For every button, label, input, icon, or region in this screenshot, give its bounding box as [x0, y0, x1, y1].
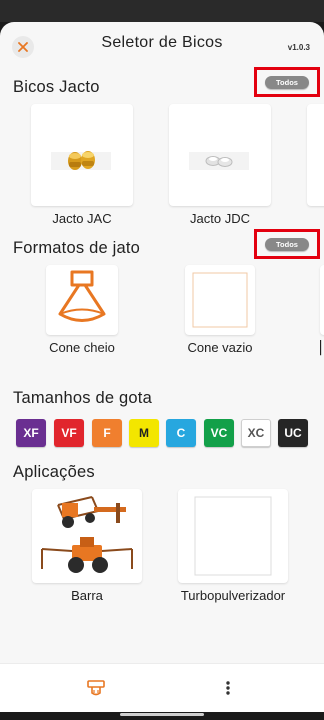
highlight-box-nozzles: Todos	[254, 67, 320, 97]
application-card-boom[interactable]	[32, 489, 142, 583]
todos-button-nozzles[interactable]: Todos	[265, 75, 309, 89]
drop-chip-xf[interactable]: XF	[16, 419, 46, 447]
jacto-jac-nozzle-image	[51, 151, 111, 170]
nozzle-icon	[87, 680, 105, 696]
full-cone-spray-icon	[58, 270, 106, 322]
spray-card-full-cone[interactable]	[46, 265, 118, 335]
boom-sprayer-image	[41, 496, 133, 573]
application-card-turbo[interactable]	[178, 489, 288, 583]
spray-label-full-cone: Cone cheio	[49, 340, 115, 355]
spray-label-next: ▏	[320, 340, 324, 356]
page-title: Seletor de Bicos	[101, 34, 223, 51]
top-edge	[0, 0, 324, 22]
drop-chip-xc[interactable]: XC	[241, 419, 271, 447]
more-vertical-icon	[226, 681, 230, 695]
todos-button-spray[interactable]: Todos	[265, 237, 309, 251]
more-menu-button[interactable]	[221, 678, 235, 698]
nozzle-card-next[interactable]	[307, 104, 324, 206]
nozzle-card-jac[interactable]	[31, 104, 133, 206]
section-title-nozzles: Bicos Jacto	[13, 78, 100, 96]
drop-chip-vc[interactable]: VC	[204, 419, 234, 447]
drop-chip-uc[interactable]: UC	[278, 419, 308, 447]
nozzle-nav-button[interactable]	[86, 678, 106, 698]
bottom-navigation	[0, 663, 324, 712]
drop-chip-vf[interactable]: VF	[54, 419, 84, 447]
application-label-turbo: Turbopulverizador	[180, 588, 286, 603]
version-label: v1.0.3	[287, 43, 310, 52]
nozzle-card-jdc[interactable]	[169, 104, 271, 206]
app-screen: Seletor de Bicos v1.0.3 Bicos Jacto Todo…	[0, 22, 324, 712]
highlight-box-spray: Todos	[254, 229, 320, 259]
application-label-boom: Barra	[71, 588, 103, 603]
turbo-sprayer-image	[194, 496, 272, 576]
nozzle-label-jdc: Jacto JDC	[190, 211, 250, 226]
nozzle-label-jac: Jacto JAC	[52, 211, 112, 226]
hollow-cone-spray-image	[192, 272, 248, 328]
header: Seletor de Bicos v1.0.3	[0, 22, 324, 68]
drop-chip-c[interactable]: C	[166, 419, 196, 447]
section-title-drops: Tamanhos de gota	[13, 389, 152, 407]
home-indicator[interactable]	[120, 713, 204, 716]
drop-chip-m[interactable]: M	[129, 419, 159, 447]
drop-chip-f[interactable]: F	[92, 419, 122, 447]
spray-card-next[interactable]	[320, 265, 324, 335]
spray-label-hollow-cone: Cone vazio	[187, 340, 253, 355]
spray-card-hollow-cone[interactable]	[185, 265, 255, 335]
jacto-jdc-nozzle-image	[189, 152, 249, 170]
section-title-spray: Formatos de jato	[13, 239, 141, 257]
section-title-applications: Aplicações	[13, 463, 95, 481]
